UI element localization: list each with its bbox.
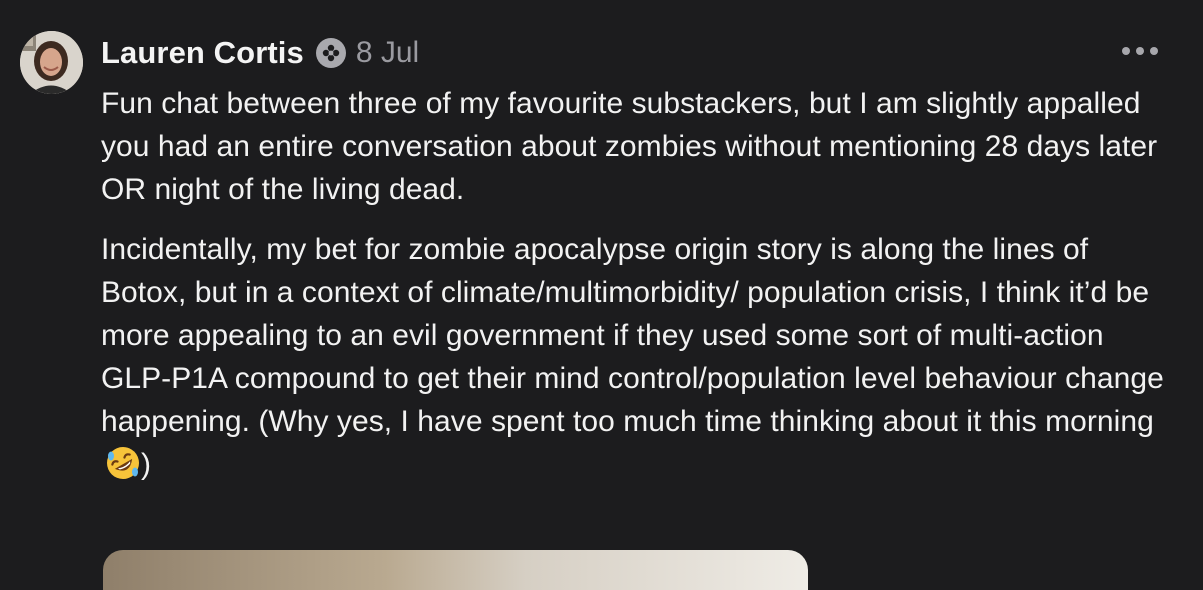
subscriber-badge-icon [315,38,346,68]
more-dot [1136,47,1144,55]
more-dot [1122,47,1130,55]
comment-paragraph: Fun chat between three of my favourite s… [101,87,1158,206]
closing-parenthesis: ) [141,448,152,481]
avatar-photo [20,31,83,94]
comment-paragraph-text: Incidentally, my bet for zombie apocalyp… [101,233,1164,438]
comment-header: Lauren Cortis 8 Jul [101,30,419,76]
comment-card: Lauren Cortis 8 Jul Fun chat between thr… [0,0,1203,590]
more-options-icon[interactable] [1115,36,1165,66]
comment-date: 8 Jul [355,36,420,69]
avatar[interactable] [20,31,83,94]
more-dot [1150,47,1158,55]
author-name[interactable]: Lauren Cortis [101,35,304,71]
rolling-on-floor-laughing-icon [107,447,139,479]
attached-image-preview[interactable] [103,550,808,590]
comment-body: Fun chat between three of my favourite s… [101,82,1176,486]
comment-paragraph: Incidentally, my bet for zombie apocalyp… [101,228,1176,486]
